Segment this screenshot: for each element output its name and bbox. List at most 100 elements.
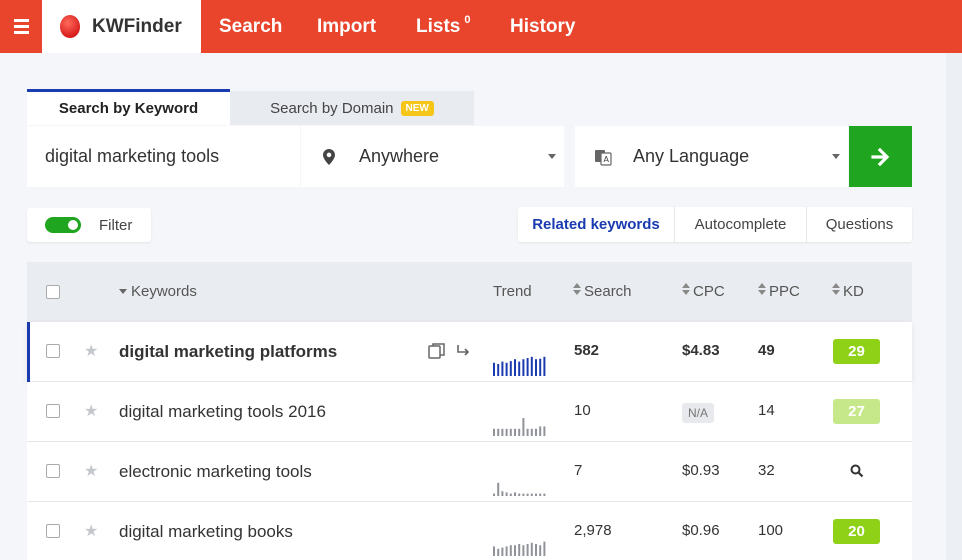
star-icon[interactable]: ★ [84, 401, 98, 421]
kd-badge: 27 [833, 399, 880, 424]
trend-bar [526, 358, 529, 376]
keyword-input[interactable] [27, 126, 300, 187]
tab-search-by-keyword[interactable]: Search by Keyword [27, 89, 230, 125]
header-kd-label: KD [843, 283, 864, 300]
row-checkbox[interactable] [46, 464, 60, 478]
tab-related-keywords[interactable]: Related keywords [518, 207, 675, 242]
trend-bar [493, 493, 495, 496]
search-submit-button[interactable] [849, 126, 912, 187]
trend-sparkline [493, 418, 546, 436]
row-ppc: 49 [758, 342, 775, 359]
select-all-checkbox[interactable] [46, 285, 60, 299]
trend-bar [501, 361, 504, 376]
trend-sparkline [493, 356, 546, 376]
row-keyword[interactable]: digital marketing platforms [119, 342, 337, 362]
row-actions [428, 342, 472, 360]
table-row[interactable]: ★ digital marketing platforms 582 $4.83 … [27, 322, 912, 382]
result-tabs: Related keywords Autocomplete Questions [518, 207, 912, 242]
trend-sparkline [493, 541, 546, 556]
trend-bar [514, 428, 516, 436]
row-search-volume: 2,978 [574, 522, 612, 539]
row-ppc: 14 [758, 402, 775, 419]
trend-bar [522, 359, 525, 376]
filter-switch[interactable] [45, 217, 81, 233]
table-row[interactable]: ★ digital marketing tools 2016 10 N/A 14… [27, 382, 912, 442]
header-search[interactable]: Search [573, 283, 632, 300]
tab-search-by-domain[interactable]: Search by Domain NEW [230, 91, 474, 125]
filter-label: Filter [99, 216, 133, 234]
header-kd[interactable]: KD [832, 283, 864, 300]
header-cpc[interactable]: CPC [682, 283, 725, 300]
language-select[interactable]: A Any Language [575, 126, 848, 187]
trend-bar [509, 428, 512, 436]
calculate-kd-search-icon[interactable] [850, 464, 864, 478]
header-ppc-label: PPC [769, 283, 800, 300]
hamburger-menu-icon[interactable] [0, 0, 42, 53]
row-keyword[interactable]: electronic marketing tools [119, 462, 312, 482]
row-cpc: $0.96 [682, 522, 720, 539]
nav-search[interactable]: Search [219, 0, 282, 53]
nav-import[interactable]: Import [317, 0, 376, 53]
location-select[interactable]: Anywhere [301, 126, 564, 187]
trend-bar [530, 356, 533, 376]
trend-bar [530, 542, 533, 556]
kwfinder-logo-icon [60, 15, 80, 38]
nav-lists-count: 0 [464, 14, 471, 26]
row-checkbox[interactable] [46, 524, 60, 538]
trend-bar [514, 359, 516, 376]
nav-lists-label: Lists [416, 16, 461, 37]
location-pin-icon [319, 148, 339, 165]
trend-bar [497, 428, 500, 436]
row-keyword[interactable]: digital marketing tools 2016 [119, 402, 326, 422]
location-value: Anywhere [359, 146, 440, 166]
translate-icon: A [593, 148, 613, 166]
trend-bar [518, 361, 521, 376]
star-icon[interactable]: ★ [84, 461, 98, 481]
trend-bar [530, 493, 533, 496]
table-row[interactable]: ★ digital marketing books 2,978 $0.96 10… [27, 502, 912, 560]
trend-bar [518, 493, 521, 496]
row-search-volume: 10 [574, 402, 591, 419]
trend-bar [539, 358, 542, 376]
trend-bar [505, 492, 508, 496]
header-keywords[interactable]: Keywords [119, 283, 197, 300]
header-cpc-label: CPC [693, 283, 725, 300]
copy-icon[interactable] [428, 342, 446, 360]
table-row[interactable]: ★ electronic marketing tools 7 $0.93 32 [27, 442, 912, 502]
top-navbar: KWFinder Search Import Lists 0 History [0, 0, 962, 53]
brand-name: KWFinder [92, 15, 182, 37]
trend-bar [543, 426, 546, 436]
drill-down-icon[interactable] [456, 342, 472, 360]
trend-bar [509, 361, 512, 376]
header-search-label: Search [584, 283, 632, 300]
star-icon[interactable]: ★ [84, 341, 98, 361]
kd-badge: 20 [833, 519, 880, 544]
row-keyword[interactable]: digital marketing books [119, 522, 293, 542]
nav-lists[interactable]: Lists 0 [416, 0, 470, 53]
trend-bar [493, 428, 495, 436]
chevron-down-icon [832, 154, 840, 159]
trend-bar [539, 545, 542, 556]
kd-badge: 29 [833, 339, 880, 364]
trend-bar [497, 364, 500, 376]
trend-bar [497, 482, 500, 496]
row-checkbox[interactable] [46, 344, 60, 358]
trend-bar [505, 546, 508, 556]
row-cpc: $0.93 [682, 462, 720, 479]
star-icon[interactable]: ★ [84, 521, 98, 541]
header-ppc[interactable]: PPC [758, 283, 800, 300]
header-keywords-label: Keywords [131, 283, 197, 300]
sort-icon [832, 283, 840, 295]
brand[interactable]: KWFinder [42, 0, 201, 53]
trend-bar [535, 493, 537, 496]
scrollbar-track[interactable] [946, 53, 962, 560]
row-checkbox[interactable] [46, 404, 60, 418]
nav-history[interactable]: History [510, 0, 575, 53]
trend-bar [526, 428, 529, 436]
row-cpc-na: N/A [682, 403, 715, 423]
tab-autocomplete[interactable]: Autocomplete [675, 207, 807, 242]
chevron-down-icon [548, 154, 556, 159]
trend-bar [501, 547, 504, 556]
tab-questions[interactable]: Questions [807, 207, 912, 242]
filter-toggle[interactable]: Filter [27, 208, 151, 242]
